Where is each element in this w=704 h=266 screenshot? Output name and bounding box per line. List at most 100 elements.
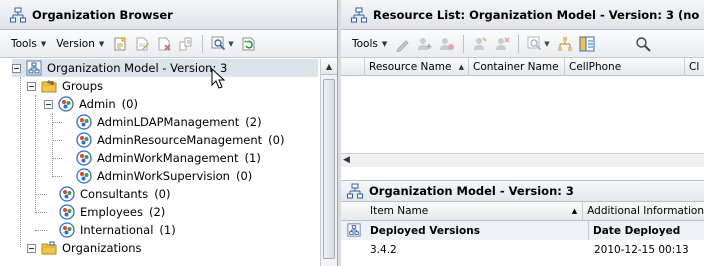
group-icon	[76, 150, 92, 166]
tree-node-count: (0)	[154, 187, 171, 201]
tree-node-label: Employees	[80, 205, 143, 219]
tree-node-groups[interactable]: Groups	[27, 77, 103, 95]
group-icon	[59, 222, 75, 238]
tree-connector	[52, 176, 62, 177]
search-resource-button[interactable]	[632, 34, 654, 54]
version-menu[interactable]: Version ▼	[51, 38, 109, 50]
org-chart-icon	[10, 7, 26, 22]
hierarchy-button[interactable]	[554, 34, 576, 54]
tree-node-admin-work-management[interactable]: AdminWorkManagement (1)	[76, 149, 261, 167]
tree-connector	[52, 140, 62, 141]
table-row[interactable]: 3.4.2 2010-12-15 00:13	[341, 240, 704, 259]
tree-node-label: AdminLDAPManagement	[97, 115, 240, 129]
group-icon	[59, 204, 75, 220]
remove-user-icon	[440, 37, 455, 50]
copy-version-button[interactable]	[175, 34, 197, 54]
edit-version-button[interactable]	[131, 34, 153, 54]
collapse-toggle[interactable]	[27, 243, 36, 253]
organization-browser-panel: Organization Browser Tools ▼ Version ▼ ▼	[0, 0, 338, 266]
tree-node-organization-model[interactable]: Organization Model - Version: 3	[12, 59, 318, 77]
toolbar-separator	[518, 34, 520, 53]
tree-node-count: (0)	[121, 97, 138, 111]
group-icon	[59, 186, 75, 202]
new-version-button[interactable]	[109, 34, 131, 54]
org-model-icon	[26, 60, 42, 76]
chevron-down-icon[interactable]: ▼	[228, 40, 233, 48]
delete-version-button[interactable]	[153, 34, 175, 54]
item-info: 2010-12-15 00:13	[594, 243, 689, 256]
section-info: Date Deployed	[593, 224, 681, 237]
folder-icon	[41, 80, 57, 93]
tree-node-count: (1)	[244, 151, 261, 165]
tools-menu[interactable]: Tools ▼	[347, 38, 392, 50]
unassign-resource-button[interactable]	[491, 34, 513, 54]
layout-button[interactable]	[576, 34, 598, 54]
column-label: Container Name	[473, 61, 559, 73]
mouse-cursor-icon	[211, 68, 225, 89]
tree-node-admin[interactable]: Admin (0)	[44, 95, 138, 113]
item-info-cell: 2010-12-15 00:13	[589, 240, 689, 259]
panel-title: Organization Model - Version: 3	[369, 184, 574, 198]
tree-vertical-scrollbar[interactable]: ▲	[320, 59, 337, 266]
refresh-button[interactable]	[238, 34, 260, 54]
new-document-icon	[114, 36, 127, 50]
tools-menu[interactable]: Tools ▼	[6, 38, 51, 50]
tree-node-count: (2)	[148, 205, 166, 219]
tree-node-count: (0)	[268, 133, 285, 147]
scrollbar-thumb[interactable]	[323, 79, 335, 259]
organization-model-titlebar: Organization Model - Version: 3	[341, 180, 704, 202]
assign-user-icon	[474, 36, 487, 50]
tree-node-count: (1)	[159, 223, 176, 237]
add-resource-button[interactable]	[414, 34, 436, 54]
remove-resource-button[interactable]	[436, 34, 458, 54]
find-resource-button[interactable]	[524, 34, 546, 54]
column-label: Additional Information	[587, 205, 704, 217]
org-model-icon	[347, 223, 361, 237]
tree-node-admin-ldap-management[interactable]: AdminLDAPManagement (2)	[76, 113, 262, 131]
tree-connector	[35, 212, 47, 213]
org-chart-icon	[347, 183, 363, 199]
column-cellphone[interactable]: CellPhone	[565, 58, 685, 76]
resource-table-body	[341, 77, 704, 165]
collapse-toggle[interactable]	[12, 63, 21, 73]
collapse-toggle[interactable]	[27, 81, 36, 91]
toolbar-separator	[463, 34, 465, 53]
unassign-user-icon	[496, 36, 510, 50]
item-name-cell: 3.4.2	[341, 240, 589, 259]
organization-tree: Organization Model - Version: 3 Groups A…	[0, 59, 320, 266]
tree-node-admin-work-supervision[interactable]: AdminWorkSupervision (0)	[76, 167, 252, 185]
tree-node-employees[interactable]: Employees (2)	[59, 203, 165, 221]
section-info-cell: Date Deployed	[589, 221, 680, 240]
tree-node-consultants[interactable]: Consultants (0)	[59, 185, 170, 203]
search-button[interactable]	[208, 34, 230, 54]
column-truncated[interactable]: Cl	[685, 58, 704, 76]
resource-list-panel: Resource List: Organization Model - Vers…	[341, 0, 704, 266]
tree-connector	[52, 158, 62, 159]
properties-table-header: Item Name ▲ Additional Information	[341, 201, 704, 221]
tree-node-label: Admin	[79, 97, 116, 111]
edit-resource-button[interactable]	[392, 34, 414, 54]
chevron-down-icon: ▼	[98, 39, 105, 48]
tree-node-organizations[interactable]: Organizations	[27, 239, 142, 257]
scroll-up-arrow-icon[interactable]: ▲	[321, 59, 337, 75]
section-name-cell: Deployed Versions	[341, 221, 589, 240]
tree-connector	[35, 230, 47, 231]
column-container-name[interactable]: Container Name	[469, 58, 565, 76]
column-resource-name[interactable]: Resource Name ▲	[365, 58, 469, 76]
tree-connector	[35, 95, 36, 213]
column-item-name[interactable]: Item Name ▲	[341, 201, 584, 221]
toolbar-separator	[202, 34, 204, 53]
resource-toolbar: Tools ▼ ▼	[341, 30, 704, 58]
tree-node-label: AdminResourceManagement	[97, 133, 263, 147]
scroll-left-arrow-icon[interactable]: ◀	[343, 155, 350, 165]
chevron-down-icon[interactable]: ▼	[544, 40, 549, 48]
tree-node-label: Consultants	[80, 187, 149, 201]
section-row-deployed-versions[interactable]: Deployed Versions Date Deployed	[341, 221, 704, 240]
resource-horizontal-scrollbar[interactable]: ◀	[341, 153, 704, 167]
tree-node-admin-resource-management[interactable]: AdminResourceManagement (0)	[76, 131, 284, 149]
tree-node-international[interactable]: International (1)	[59, 221, 176, 239]
assign-resource-button[interactable]	[469, 34, 491, 54]
column-additional-information[interactable]: Additional Information	[583, 202, 704, 221]
collapse-toggle[interactable]	[44, 99, 53, 109]
tree-connector	[20, 77, 21, 247]
